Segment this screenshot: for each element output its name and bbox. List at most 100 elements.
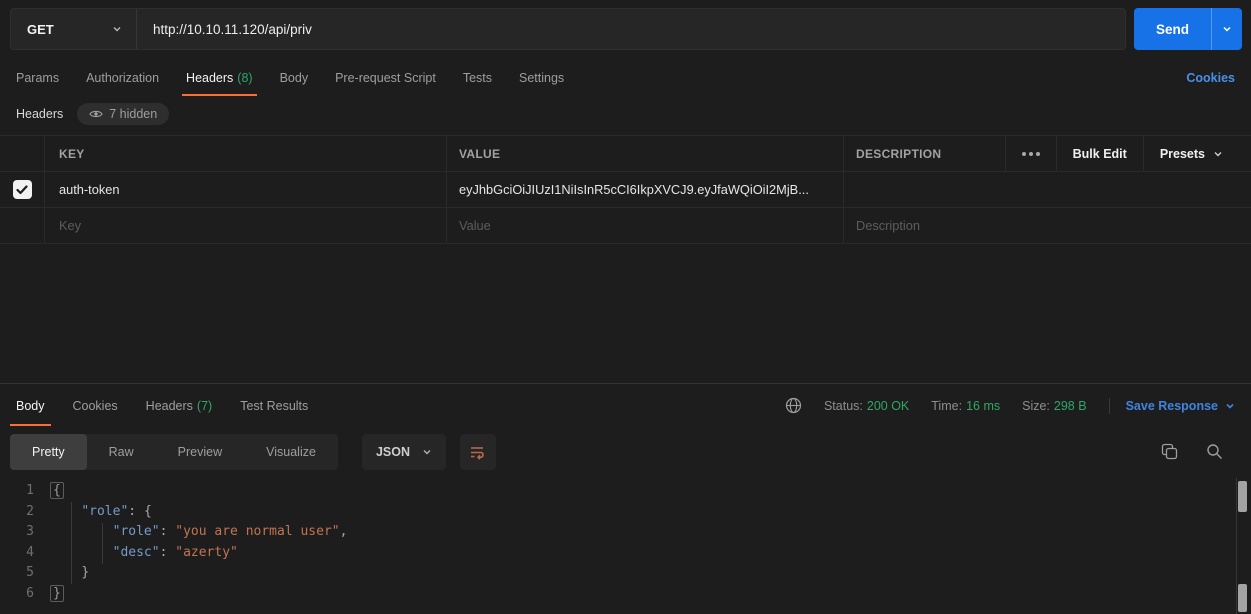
tab-body[interactable]: Body <box>280 60 309 96</box>
view-mode-segmented-control: Pretty Raw Preview Visualize <box>10 434 338 470</box>
tab-label: Authorization <box>86 71 159 85</box>
chevron-down-icon <box>1222 24 1232 34</box>
view-tab-preview[interactable]: Preview <box>156 434 244 470</box>
code-line: 5 } <box>0 563 1251 584</box>
copy-button[interactable] <box>1161 443 1178 460</box>
status-label: Status: <box>824 399 863 413</box>
header-key-value[interactable]: auth-token <box>59 182 119 197</box>
code-line: 1{ <box>0 481 1251 502</box>
response-tab-test-results[interactable]: Test Results <box>240 384 308 427</box>
line-number: 1 <box>0 481 50 502</box>
scrollbar-thumb[interactable] <box>1238 584 1247 612</box>
view-tab-visualize[interactable]: Visualize <box>244 434 338 470</box>
new-value-input[interactable] <box>459 218 831 233</box>
presets-dropdown[interactable]: Presets <box>1143 135 1239 172</box>
scrollbar-thumb[interactable] <box>1238 481 1247 512</box>
chevron-down-icon <box>1225 401 1235 411</box>
more-options-button[interactable] <box>1005 135 1056 172</box>
search-button[interactable] <box>1206 443 1223 460</box>
view-tab-pretty[interactable]: Pretty <box>10 434 87 470</box>
url-input[interactable] <box>137 9 1125 49</box>
size-value: 298 B <box>1054 399 1087 413</box>
tab-params[interactable]: Params <box>16 60 59 96</box>
eye-icon <box>89 109 103 119</box>
tab-count-badge: (7) <box>197 399 212 413</box>
code-line: 6} <box>0 584 1251 605</box>
status-field: Status: 200 OK <box>824 399 909 413</box>
code-line: 3 "role": "you are normal user", <box>0 522 1251 543</box>
wrap-text-button[interactable] <box>460 434 496 470</box>
cookies-link[interactable]: Cookies <box>1186 71 1235 85</box>
line-number: 3 <box>0 522 50 543</box>
wrap-text-icon <box>469 444 487 460</box>
bulk-edit-button[interactable]: Bulk Edit <box>1056 135 1143 172</box>
method-select[interactable]: GET <box>11 9 137 49</box>
tab-label: Cookies <box>73 399 118 413</box>
send-options-button[interactable] <box>1212 8 1242 50</box>
tab-headers[interactable]: Headers (8) <box>186 60 253 96</box>
line-number: 2 <box>0 502 50 523</box>
tab-label: Tests <box>463 71 492 85</box>
headers-table: KEY VALUE DESCRIPTION Bulk Edit Presets <box>0 135 1251 244</box>
tab-label: Params <box>16 71 59 85</box>
tab-settings[interactable]: Settings <box>519 60 564 96</box>
chevron-down-icon <box>422 447 432 457</box>
tab-label: Pre-request Script <box>335 71 436 85</box>
view-tab-raw[interactable]: Raw <box>87 434 156 470</box>
hidden-headers-toggle[interactable]: 7 hidden <box>77 103 169 125</box>
line-number: 5 <box>0 563 50 584</box>
presets-label: Presets <box>1160 147 1205 161</box>
response-body-editor[interactable]: 1{2 "role": {3 "role": "you are normal u… <box>0 478 1251 614</box>
tab-label: Body <box>280 71 309 85</box>
header-value-value[interactable]: eyJhbGciOiJIUzI1NiIsInR5cCI6IkpXVCJ9.eyJ… <box>459 182 809 197</box>
method-label: GET <box>27 22 112 37</box>
response-tab-headers[interactable]: Headers (7) <box>146 384 213 427</box>
response-tab-body[interactable]: Body <box>16 384 45 427</box>
tab-pre-request-script[interactable]: Pre-request Script <box>335 60 436 96</box>
table-row: auth-token eyJhbGciOiJIUzI1NiIsInR5cCI6I… <box>0 172 1251 208</box>
tab-label: Body <box>16 399 45 413</box>
tab-authorization[interactable]: Authorization <box>86 60 159 96</box>
save-response-label: Save Response <box>1126 399 1218 413</box>
chevron-down-icon <box>112 24 122 34</box>
format-dropdown[interactable]: JSON <box>362 434 446 470</box>
bulk-edit-label: Bulk Edit <box>1073 147 1127 161</box>
new-key-input[interactable] <box>59 218 432 233</box>
divider <box>1109 398 1110 414</box>
code-lines: 1{2 "role": {3 "role": "you are normal u… <box>0 478 1251 605</box>
code-line: 4 "desc": "azerty" <box>0 543 1251 564</box>
column-header-value: VALUE <box>459 147 500 161</box>
time-label: Time: <box>931 399 962 413</box>
response-status-bar: Status:200 OK Time:16 ms Size:298 B Save… <box>785 397 1235 414</box>
response-tab-cookies[interactable]: Cookies <box>73 384 118 427</box>
status-value: 200 OK <box>867 399 909 413</box>
headers-section-title: Headers <box>16 107 63 121</box>
table-header-row: KEY VALUE DESCRIPTION Bulk Edit Presets <box>0 135 1251 172</box>
scrollbar-track <box>1236 478 1237 614</box>
more-options-icon <box>1022 152 1040 156</box>
line-number: 6 <box>0 584 50 605</box>
request-tabs: Params Authorization Headers (8) Body Pr… <box>0 60 1251 96</box>
column-header-description-cell: DESCRIPTION Bulk Edit Presets <box>843 136 1251 171</box>
headers-meta-row: Headers 7 hidden <box>16 102 169 126</box>
time-value: 16 ms <box>966 399 1000 413</box>
checkmark-icon <box>16 185 28 195</box>
hidden-headers-label: 7 hidden <box>109 107 157 121</box>
new-description-input[interactable] <box>856 218 1239 233</box>
send-split-button: Send <box>1134 8 1242 50</box>
send-button[interactable]: Send <box>1134 8 1212 50</box>
table-row-empty <box>0 208 1251 244</box>
request-url-bar: GET <box>10 8 1126 50</box>
code-line: 2 "role": { <box>0 502 1251 523</box>
globe-icon <box>785 397 802 414</box>
tab-label: Test Results <box>240 399 308 413</box>
tab-tests[interactable]: Tests <box>463 60 492 96</box>
column-header-description: DESCRIPTION <box>856 147 941 161</box>
tab-count-badge: (8) <box>237 71 252 85</box>
indent-guide <box>71 502 72 584</box>
row-checkbox[interactable] <box>13 180 32 199</box>
tab-label: Headers <box>186 71 233 85</box>
save-response-dropdown[interactable]: Save Response <box>1126 399 1235 413</box>
response-view-toolbar: Pretty Raw Preview Visualize JSON <box>10 433 1241 470</box>
line-number: 4 <box>0 543 50 564</box>
